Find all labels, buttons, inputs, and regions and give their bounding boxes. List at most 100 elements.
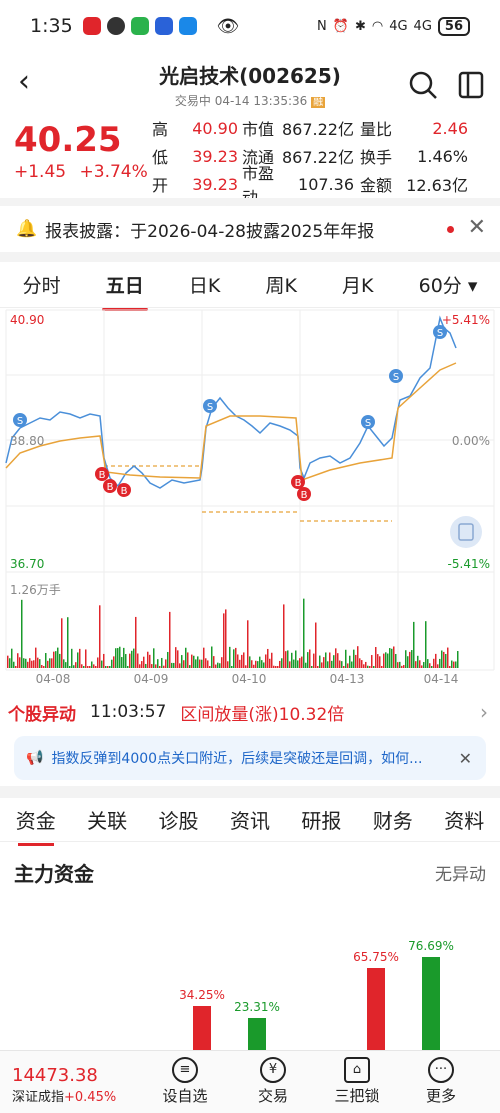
volume-bar <box>207 660 209 668</box>
tab-profile[interactable]: 资料 <box>444 805 484 834</box>
tab-diagnosis[interactable]: 诊股 <box>159 805 199 834</box>
chevron-right-icon: › <box>480 700 488 724</box>
volume-bar <box>49 658 51 668</box>
volume-bar <box>161 657 163 668</box>
volume-bar <box>9 658 11 668</box>
volume-bar <box>51 658 53 668</box>
tab-monthly-k[interactable]: 月K <box>336 271 379 298</box>
index-ticker[interactable]: 14473.38 深证成指+0.45% <box>12 1065 122 1105</box>
volume-bar <box>111 659 113 668</box>
close-icon[interactable]: ✕ <box>468 215 486 240</box>
volume-bar <box>411 650 413 668</box>
volume-bar <box>395 653 397 668</box>
volume-bar <box>59 653 61 668</box>
tab-daily-k[interactable]: 日K <box>183 271 226 298</box>
volume-bar <box>153 648 155 668</box>
volume-bar <box>37 657 39 668</box>
volume-bar <box>89 666 91 668</box>
volume-bar <box>39 659 41 668</box>
volume-bar <box>189 665 191 668</box>
volume-bar <box>251 660 253 668</box>
volume-bar <box>67 617 69 668</box>
volume-bar <box>271 652 273 668</box>
volume-bar <box>115 648 117 668</box>
volume-bar <box>435 653 437 668</box>
volume-bar <box>191 654 193 668</box>
three-locks-button[interactable]: ⌂ 三把锁 <box>322 1057 392 1106</box>
tab-related[interactable]: 关联 <box>87 805 127 834</box>
volume-bar <box>443 651 445 668</box>
volume-bar <box>71 648 73 668</box>
close-icon[interactable]: ✕ <box>459 749 472 768</box>
tab-60min[interactable]: 60分 ▾ <box>413 271 484 298</box>
message-icon <box>178 17 197 35</box>
volume-bar <box>135 616 137 668</box>
avatar-notification-icon <box>106 17 125 35</box>
volume-bar <box>305 662 307 668</box>
svg-text:B: B <box>295 478 302 489</box>
volume-bar <box>57 647 59 668</box>
volume-bar <box>437 664 439 668</box>
volume-bar <box>225 609 227 668</box>
volume-bar <box>449 666 451 668</box>
volume-bar <box>397 662 399 668</box>
volume-bar <box>333 655 335 668</box>
volume-bar <box>357 646 359 668</box>
volume-bar <box>159 666 161 668</box>
volume-bar <box>423 662 425 668</box>
volume-bar <box>13 661 15 668</box>
volume-bar <box>137 653 139 668</box>
signal-1-icon: 4G <box>389 18 408 34</box>
svg-text:B: B <box>301 490 308 501</box>
volume-bar <box>21 599 23 668</box>
unread-dot <box>447 226 454 233</box>
tab-research[interactable]: 研报 <box>301 805 341 834</box>
bottom-nav: 14473.38 深证成指+0.45% ≡ 设自选 ¥ 交易 ⌂ 三把锁 ···… <box>0 1050 500 1113</box>
volume-bar <box>81 664 83 668</box>
add-watchlist-button[interactable]: ≡ 设自选 <box>150 1057 220 1106</box>
volume-bars <box>7 598 459 668</box>
volume-bar <box>103 653 105 668</box>
tab-weekly-k[interactable]: 周K <box>259 271 302 298</box>
volume-bar <box>387 653 389 668</box>
news-banner[interactable]: 📢 指数反弹到4000点关口附近，后续是突破还是回调，如何... ✕ <box>14 736 486 780</box>
period-tabs: 分时 五日 日K 周K 月K 60分 ▾ <box>0 262 500 311</box>
date-label: 04-13 <box>330 672 365 686</box>
volume-bar <box>301 656 303 668</box>
more-button[interactable]: ··· 更多 <box>406 1057 476 1106</box>
report-notice[interactable]: 🔔 报表披露：于2026-04-28披露2025年年报 ✕ <box>0 206 500 252</box>
tab-five-day[interactable]: 五日 <box>100 271 150 311</box>
tab-funds[interactable]: 资金 <box>16 805 56 846</box>
volume-bar <box>63 659 65 668</box>
share-icon[interactable] <box>456 70 486 100</box>
volume-bar <box>413 621 415 668</box>
tab-finance[interactable]: 财务 <box>373 805 413 834</box>
volume-bar <box>85 649 87 668</box>
volume-bar <box>347 663 349 668</box>
chart-low-pct: -5.41% <box>448 557 490 571</box>
section-title: 主力资金 <box>14 862 94 886</box>
volume-bar <box>213 656 215 668</box>
volume-bar <box>421 665 423 668</box>
volume-bar <box>331 660 333 668</box>
wechat-icon <box>130 17 149 35</box>
tab-news[interactable]: 资讯 <box>230 805 270 834</box>
price-change-pct: +3.74% <box>79 162 148 182</box>
search-icon[interactable] <box>408 70 438 100</box>
stat-label: 换手 <box>360 148 393 167</box>
volume-bar <box>307 652 309 668</box>
volume-bar <box>277 666 279 668</box>
volume-bar <box>69 666 71 668</box>
volume-bar <box>291 652 293 668</box>
funds-bar <box>248 1018 266 1050</box>
five-day-chart[interactable]: S B B B S B B S S S 40.90 38.80 36.70 +5… <box>0 308 500 700</box>
chart-high-label: 40.90 <box>10 313 44 327</box>
volume-bar <box>199 659 201 668</box>
bell-icon: 🔔 <box>16 219 38 239</box>
stat-value: 39.23 <box>192 174 238 194</box>
tab-intraday[interactable]: 分时 <box>17 271 67 298</box>
divider <box>0 198 500 206</box>
trade-button[interactable]: ¥ 交易 <box>238 1057 308 1106</box>
stock-alert[interactable]: 个股异动 11:03:57 区间放量(涨)10.32倍 › <box>0 698 500 726</box>
volume-bar <box>25 658 27 668</box>
